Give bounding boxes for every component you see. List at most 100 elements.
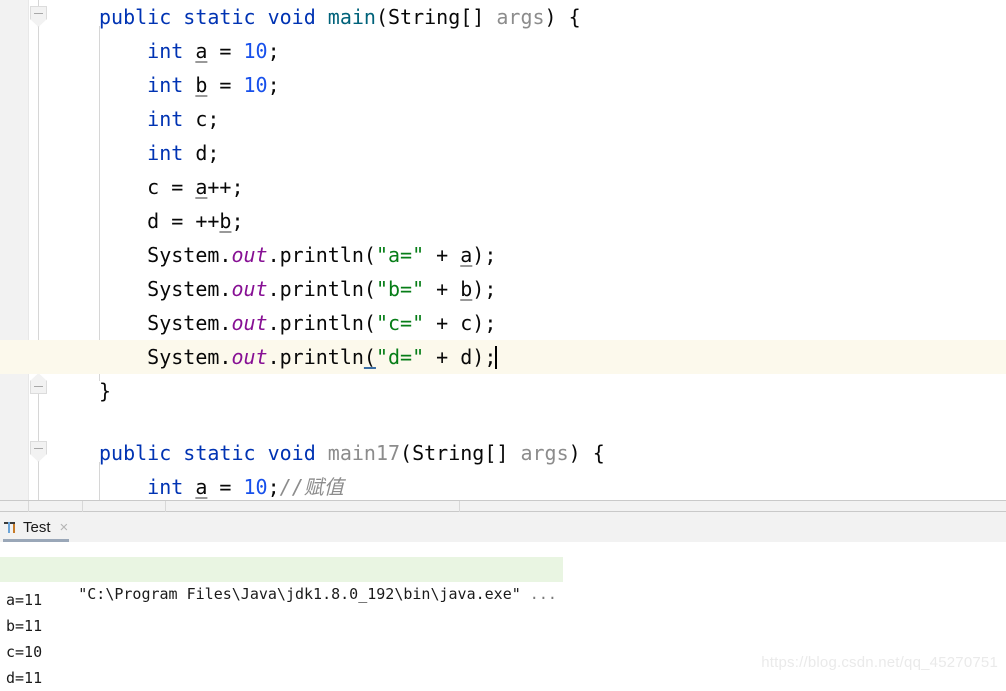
- code-line-method-main[interactable]: public static void main(String[] args) {: [0, 0, 1006, 34]
- code-text-layer[interactable]: public static void main(String[] args) {…: [0, 0, 1006, 500]
- code-line-text: System.out.println("a=" + a);: [0, 238, 496, 272]
- console-tab-label: Test: [23, 518, 51, 536]
- code-token: "b=": [375, 277, 425, 301]
- code-line-println-c[interactable]: System.out.println("c=" + c);: [0, 306, 1006, 340]
- code-line-text: d = ++b;: [0, 204, 243, 238]
- code-line-text: }: [0, 374, 111, 408]
- code-token: "c=": [375, 311, 425, 335]
- divider-segment: [459, 501, 460, 512]
- code-token: int: [147, 107, 184, 131]
- console-command-ellipsis: ...: [520, 585, 557, 603]
- code-token: a: [460, 243, 473, 267]
- code-line-c-assign[interactable]: c = a++;: [0, 170, 1006, 204]
- code-token: public static void: [99, 441, 328, 465]
- code-token: args: [520, 441, 569, 465]
- code-line-text: System.out.println("d=" + d);: [0, 340, 498, 374]
- code-token: String[]: [412, 441, 521, 465]
- code-line-text: int b = 10;: [0, 68, 280, 102]
- code-token: c;: [183, 107, 220, 131]
- code-line-text: int c;: [0, 102, 219, 136]
- code-token: "a=": [375, 243, 425, 267]
- code-token: b: [195, 73, 208, 97]
- code-token: +: [424, 277, 461, 301]
- code-token: public static void: [99, 5, 328, 29]
- console-output-line: a=11: [6, 591, 43, 609]
- code-token: a: [195, 475, 208, 499]
- code-token: c =: [99, 175, 196, 199]
- code-line-int-b[interactable]: int b = 10;: [0, 68, 1006, 102]
- code-token: +: [424, 243, 461, 267]
- code-token: System.: [99, 311, 232, 335]
- code-line-text: System.out.println("c=" + c);: [0, 306, 496, 340]
- tool-window-divider[interactable]: [0, 500, 1006, 512]
- code-token: =: [207, 475, 244, 499]
- code-token: "d=": [375, 345, 425, 369]
- code-token: out: [231, 311, 268, 335]
- console-tab-bar[interactable]: Test ×: [0, 512, 1006, 542]
- code-token: int: [147, 73, 184, 97]
- code-token: ++;: [207, 175, 244, 199]
- code-line-method-main17[interactable]: public static void main17(String[] args)…: [0, 436, 1006, 470]
- code-token: (: [375, 5, 388, 29]
- code-token: a: [195, 39, 208, 63]
- code-token: String[]: [388, 5, 497, 29]
- code-line-int-d[interactable]: int d;: [0, 136, 1006, 170]
- code-token: (: [400, 441, 413, 465]
- code-token: System.: [99, 277, 232, 301]
- code-line-int-c[interactable]: int c;: [0, 102, 1006, 136]
- code-token: int: [147, 475, 184, 499]
- code-line-d-assign[interactable]: d = ++b;: [0, 204, 1006, 238]
- code-line-text: int a = 10;: [0, 34, 279, 68]
- code-line-text: c = a++;: [0, 170, 244, 204]
- code-token: );: [472, 243, 497, 267]
- code-token: System.: [99, 345, 232, 369]
- code-token: out: [231, 243, 268, 267]
- code-line-println-d[interactable]: System.out.println("d=" + d);: [0, 340, 1006, 374]
- code-line-int-a[interactable]: int a = 10;: [0, 34, 1006, 68]
- code-token: main: [327, 5, 376, 29]
- code-line-int-a-comment[interactable]: int a = 10;//赋值: [0, 470, 1006, 500]
- code-token: out: [231, 277, 268, 301]
- code-line-closing-brace[interactable]: }: [0, 374, 1006, 408]
- code-token: d = ++: [99, 209, 220, 233]
- console-output-line: b=11: [6, 617, 43, 635]
- code-token: ) {: [544, 5, 581, 29]
- code-line-println-a[interactable]: System.out.println("a=" + a);: [0, 238, 1006, 272]
- code-token: args: [496, 5, 545, 29]
- code-token: System.: [99, 243, 232, 267]
- code-token: 10: [243, 39, 268, 63]
- code-token: );: [472, 277, 497, 301]
- code-token: ;: [267, 73, 280, 97]
- code-token: + d);: [424, 345, 497, 369]
- divider-segment: [165, 501, 166, 512]
- run-configuration-icon: [3, 520, 17, 534]
- code-token: b: [460, 277, 473, 301]
- code-editor[interactable]: public static void main(String[] args) {…: [0, 0, 1006, 500]
- code-token: .println(: [267, 243, 376, 267]
- code-token: =: [207, 73, 244, 97]
- intellij-idea-window: public static void main(String[] args) {…: [0, 0, 1006, 687]
- code-token: d;: [183, 141, 220, 165]
- console-command-line: "C:\Program Files\Java\jdk1.8.0_192\bin\…: [0, 557, 563, 603]
- code-token: .println(: [267, 311, 376, 335]
- code-token: int: [147, 39, 184, 63]
- code-token: 10: [243, 73, 268, 97]
- code-line-println-b[interactable]: System.out.println("b=" + b);: [0, 272, 1006, 306]
- code-line-text: int d;: [0, 136, 219, 170]
- code-line-text: System.out.println("b=" + b);: [0, 272, 496, 306]
- console-tab-test[interactable]: Test ×: [0, 512, 78, 542]
- code-token: int: [147, 141, 184, 165]
- code-token: a: [195, 175, 208, 199]
- code-line-text: int a = 10;//赋值: [0, 470, 344, 500]
- code-token: =: [207, 39, 244, 63]
- close-icon[interactable]: ×: [60, 520, 69, 535]
- console-command-text: "C:\Program Files\Java\jdk1.8.0_192\bin\…: [78, 585, 521, 603]
- code-line-text: public static void main(String[] args) {: [0, 0, 581, 34]
- watermark-text: https://blog.csdn.net/qq_45270751: [761, 654, 998, 671]
